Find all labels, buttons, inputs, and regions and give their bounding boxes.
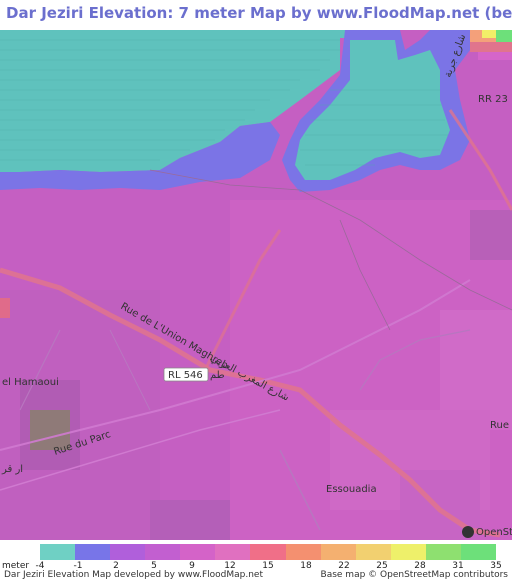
legend-swatch [215,544,251,560]
page-title: Dar Jeziri Elevation: 7 meter Map by www… [6,4,512,22]
osm-icon [462,526,474,538]
svg-text:RL 546: RL 546 [168,370,203,381]
legend-swatch [425,544,461,560]
elevation-legend: meter -4 -1 2 5 9 12 15 18 22 25 28 31 35 [0,540,512,571]
label-rl546-ar: طم [210,370,225,381]
map-canvas[interactable]: RR 23 شارع جربة Rue de L'Union Maghreb ش… [0,30,512,540]
label-rue-right: Rue [490,420,509,431]
legend-swatch [145,544,181,560]
footer: Dar Jeziri Elevation Map developed by ww… [0,570,512,582]
footer-credit: Dar Jeziri Elevation Map developed by ww… [4,570,263,580]
legend-swatch [285,544,321,560]
legend-swatch [390,544,426,560]
legend-swatch [110,544,146,560]
legend-color-bar [40,544,497,560]
openstreetmap-badge[interactable]: OpenStreetMap [462,526,512,538]
legend-swatch [250,544,286,560]
footer-basemap-credit: Base map © OpenStreetMap contributors [320,570,508,580]
road-shield-rl546: RL 546 [163,367,209,382]
label-essouadia: Essouadia [326,484,377,495]
legend-swatch [180,544,216,560]
label-rr23: RR 23 [478,94,508,105]
legend-swatch [40,544,76,560]
label-bottom-left-ar: ار قر [1,464,23,475]
legend-swatch [460,544,497,560]
legend-swatch [320,544,356,560]
legend-swatch [75,544,111,560]
elevation-map[interactable]: RR 23 شارع جربة Rue de L'Union Maghreb ش… [0,30,512,540]
label-el-hamaoui: el Hamaoui [2,377,59,388]
svg-text:OpenStreetMap: OpenStreetMap [476,527,512,538]
legend-swatch [355,544,391,560]
